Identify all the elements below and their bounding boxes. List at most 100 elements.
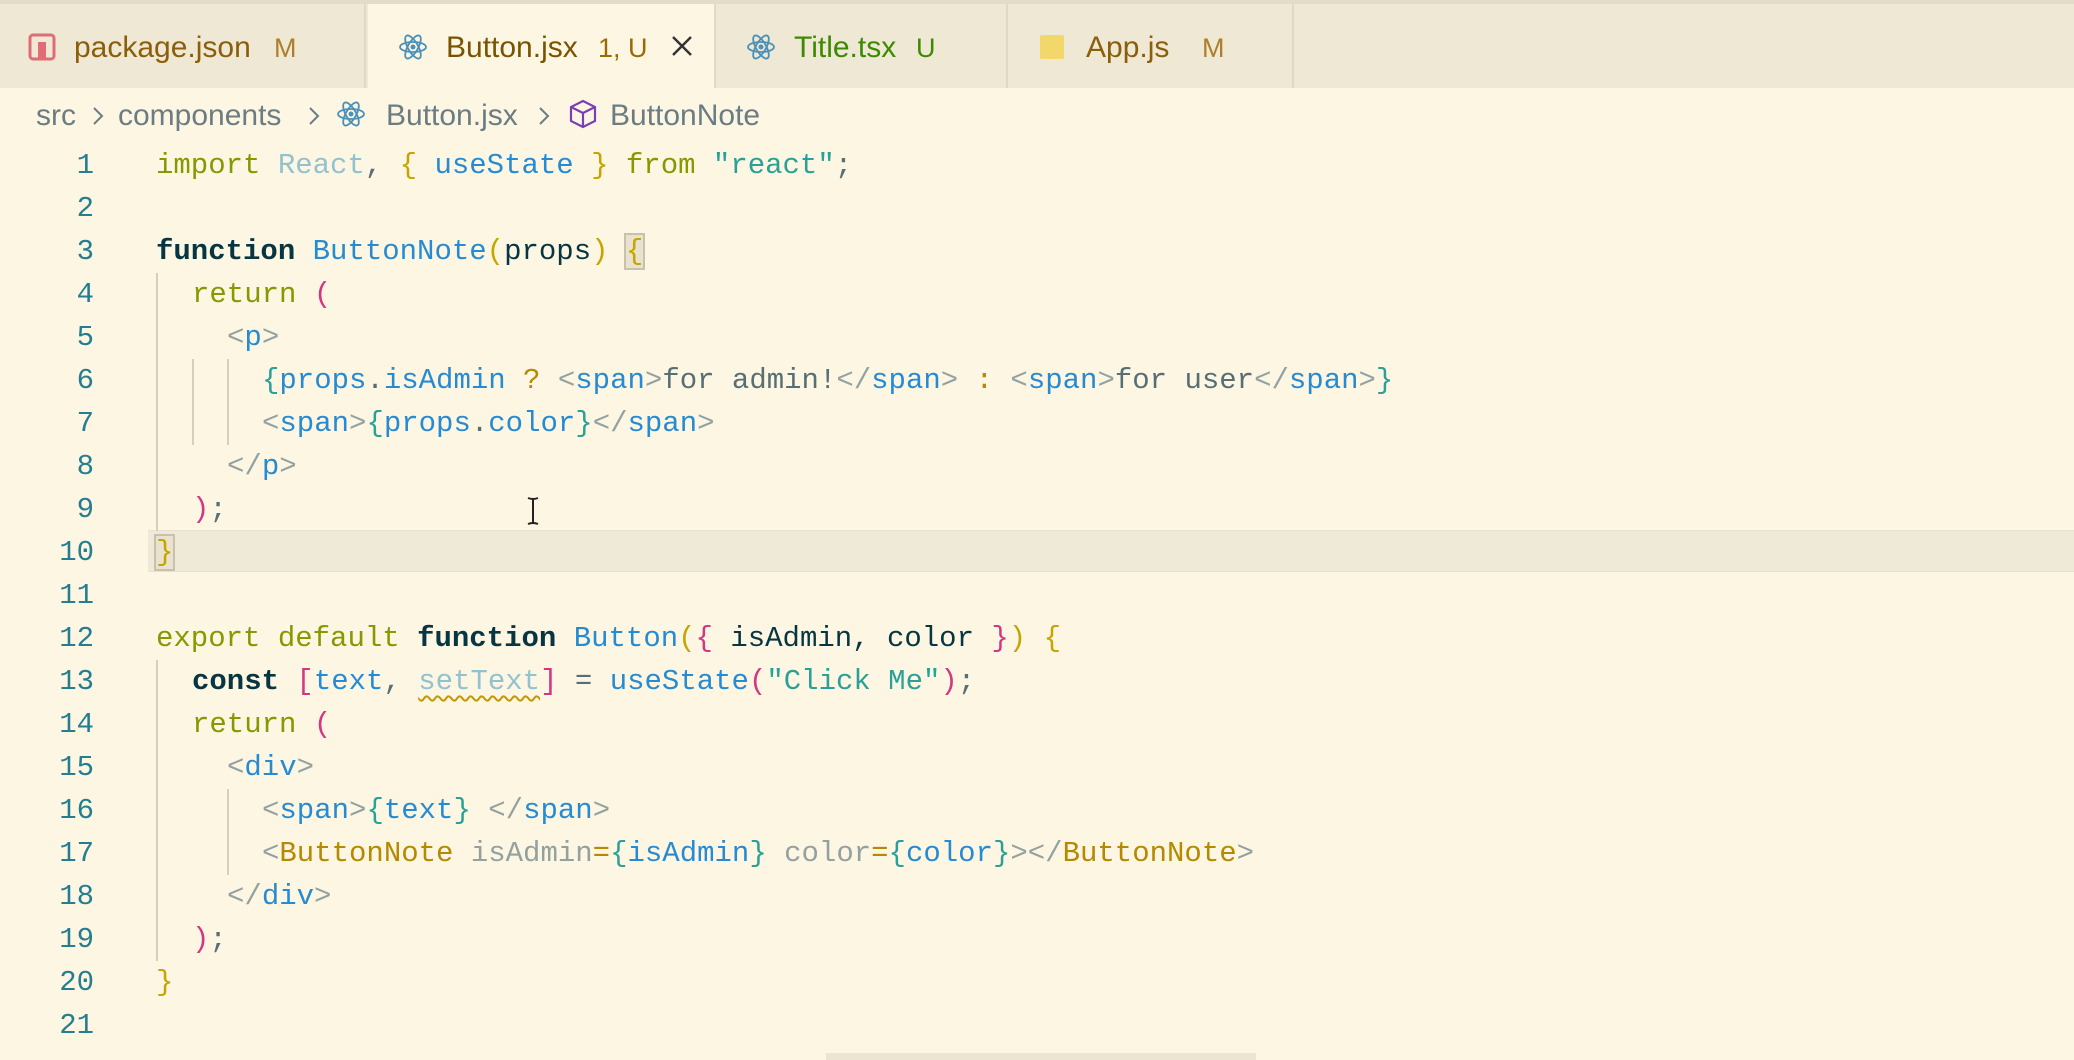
token-brace: } (749, 837, 767, 870)
token-function-name: Button (573, 622, 679, 655)
tab-label: package.json (74, 31, 251, 64)
token-angle: </ (227, 450, 262, 483)
line-number: 7 (76, 407, 94, 440)
token-angle: > (349, 407, 367, 440)
token-operator: ? (505, 364, 558, 397)
token-bracket: [ (296, 665, 314, 698)
indent-guide (227, 359, 229, 445)
breadcrumb-item-file[interactable]: Button.jsx (386, 99, 518, 133)
chevron-right-icon (539, 107, 550, 125)
code-editor[interactable]: 1 2 3 4 5 6 7 8 9 10 11 12 13 14 15 16 1… (0, 144, 2074, 1060)
code-line: const [text, setText] = useState("Click … (192, 660, 975, 703)
token-angle: </ (1254, 364, 1289, 397)
breadcrumb: src components Button.jsx ButtonNote (0, 88, 2074, 144)
git-status-badge: M (1202, 33, 1225, 63)
line-number: 20 (59, 966, 94, 999)
token-brace: } (156, 966, 174, 999)
token-tag: span (871, 364, 941, 397)
breadcrumb-item-src[interactable]: src (36, 99, 76, 133)
token-brace: { (366, 794, 384, 827)
token-brace: } (992, 837, 1011, 870)
line-number: 11 (59, 579, 94, 612)
git-status-badge: M (274, 33, 297, 63)
breadcrumb-item-components[interactable]: components (118, 99, 281, 133)
token-punct: , (383, 665, 419, 698)
token-angle: > (697, 407, 715, 440)
tab-app-js[interactable]: App.js M (1008, 4, 1294, 88)
token-paren: ) (591, 235, 609, 268)
line-number: 14 (59, 708, 94, 741)
token-keyword: function (156, 235, 296, 268)
tab-package-json[interactable]: package.json M (0, 4, 366, 88)
token-punct: , (364, 149, 400, 182)
token-identifier: props (383, 407, 471, 440)
token-angle: > (644, 364, 663, 397)
token-tag: span (1027, 364, 1098, 397)
token-attribute: color (784, 837, 872, 870)
token-tag: div (261, 880, 315, 913)
git-status-badge: U (916, 33, 936, 63)
token-paren: ) (940, 665, 958, 698)
line-number: 8 (76, 450, 94, 483)
token-tag: span (279, 794, 350, 827)
indent-guide (227, 789, 229, 875)
token-angle: < (227, 321, 245, 354)
code-line: <span>{text} </span> (262, 789, 610, 832)
token-identifier: color (905, 837, 993, 870)
token-brace: } (991, 622, 1009, 655)
token-tag: p (261, 450, 280, 483)
token-tag: span (523, 794, 593, 827)
token-angle: > (592, 794, 611, 827)
token-brace: } (575, 407, 593, 440)
token-angle: > (1236, 837, 1255, 870)
code-line: <ButtonNote isAdmin={isAdmin} color={col… (262, 832, 1254, 875)
code-line: function ButtonNote(props) { (156, 230, 646, 273)
code-line: <p> (227, 316, 279, 359)
token-angle: </ (227, 880, 262, 913)
token-angle: > (314, 880, 332, 913)
token-angle: > (1010, 837, 1028, 870)
text-cursor-icon (527, 497, 539, 525)
tab-title-tsx[interactable]: Title.tsx U (718, 4, 1008, 88)
token-brace-match: { (623, 233, 646, 270)
code-line: } (156, 961, 173, 1004)
token-paren: ( (678, 622, 696, 655)
chevron-right-icon (93, 107, 104, 125)
line-number: 9 (76, 493, 94, 526)
token-keyword: export (156, 622, 261, 655)
tab-label: App.js (1086, 31, 1170, 64)
close-icon[interactable] (670, 34, 694, 58)
line-number: 3 (76, 235, 94, 268)
token-identifier: text (313, 665, 384, 698)
token-keyword: const (192, 665, 280, 698)
editor-tab-bar: package.json M Button.jsx 1, U Title.tsx… (0, 0, 2074, 88)
code-line: return ( (192, 703, 331, 746)
horizontal-scrollbar[interactable] (826, 1053, 1256, 1060)
tab-button-jsx[interactable]: Button.jsx 1, U (368, 4, 716, 88)
token-brace: } (591, 149, 609, 182)
token-punct: ; (957, 665, 976, 698)
code-line: ); (192, 918, 227, 961)
token-punct: ; (834, 149, 853, 182)
token-brace: { (888, 837, 906, 870)
indent-guide (156, 273, 158, 531)
token-operator: = (592, 837, 611, 870)
token-component: ButtonNote (279, 837, 454, 870)
token-punct: ; (209, 493, 227, 526)
token-string: "Click Me" (766, 665, 941, 698)
token-punct: ; (209, 923, 227, 956)
token-angle: </ (592, 407, 628, 440)
token-component: ButtonNote (1062, 837, 1237, 870)
token-text: for user (1114, 364, 1255, 397)
breadcrumb-item-symbol[interactable]: ButtonNote (610, 99, 760, 133)
problem-count-badge: 1, U (598, 33, 648, 63)
token-unused-identifier[interactable]: setText (418, 665, 540, 698)
token-tag: p (244, 321, 262, 354)
token-operator: = (871, 837, 889, 870)
